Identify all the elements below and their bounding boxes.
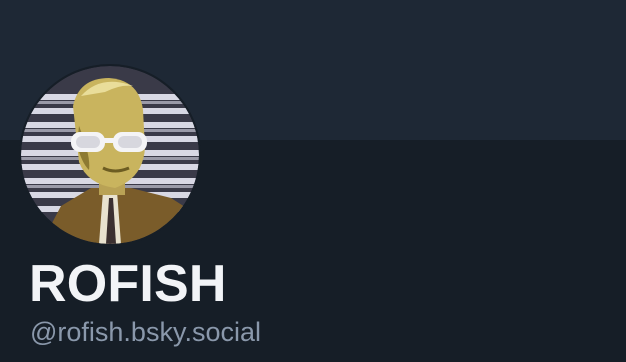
display-name: ROFISH xyxy=(29,255,227,313)
avatar-image xyxy=(21,66,199,244)
profile-header: ROFISH @rofish.bsky.social xyxy=(0,0,626,362)
profile-handle: @rofish.bsky.social xyxy=(30,317,261,347)
avatar[interactable] xyxy=(19,64,201,246)
